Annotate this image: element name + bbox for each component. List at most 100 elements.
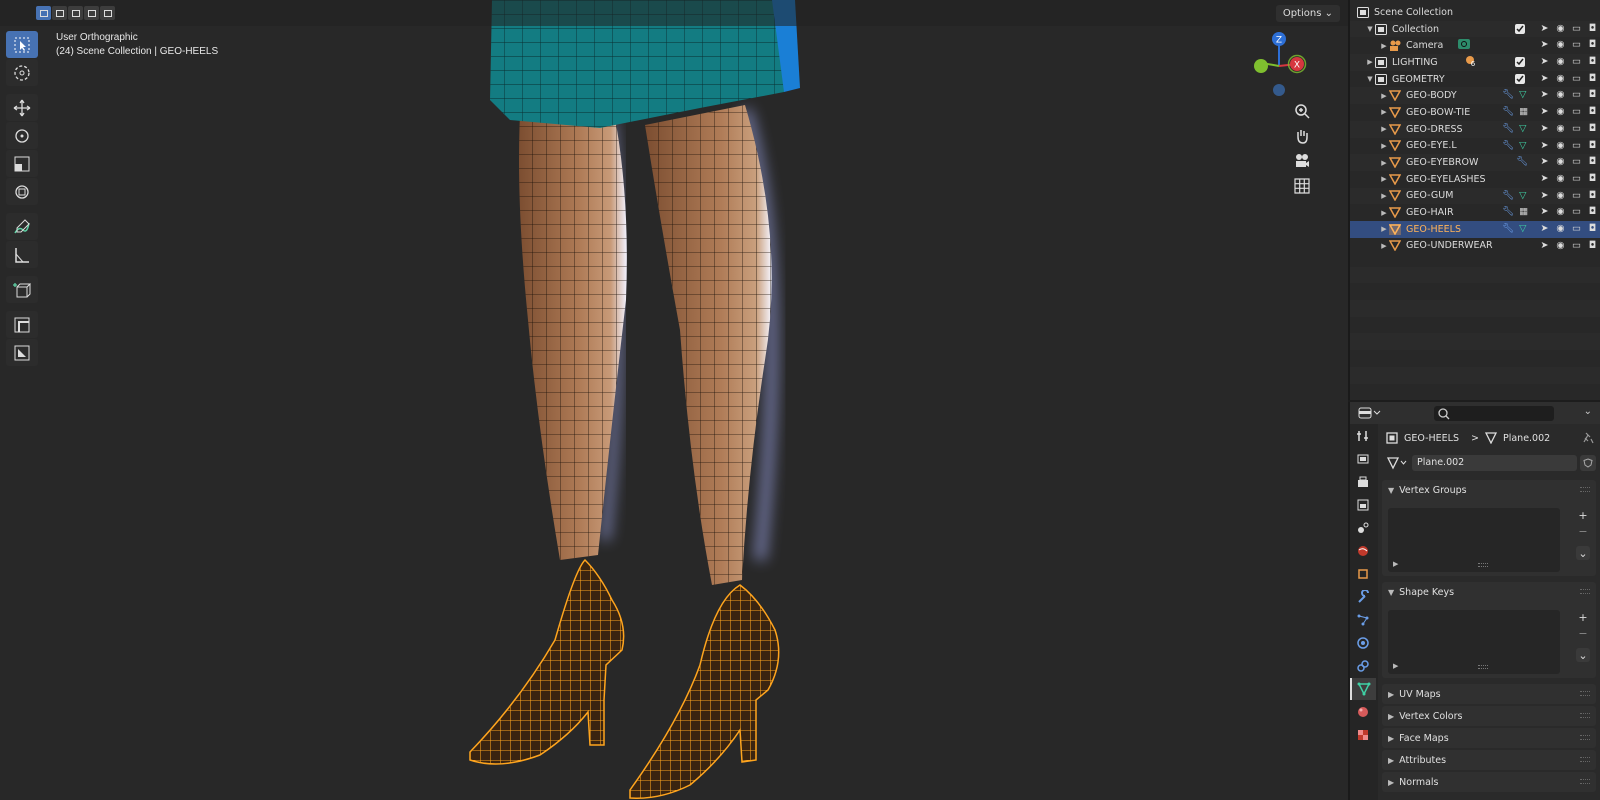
- shape-keys-header[interactable]: ▼ Shape Keys: [1382, 582, 1596, 602]
- material-tab-icon[interactable]: [1350, 701, 1376, 723]
- select-intersect-icon[interactable]: [100, 6, 115, 20]
- render-camera-icon[interactable]: ◘: [1587, 173, 1598, 184]
- eye-icon[interactable]: ◉: [1555, 156, 1566, 167]
- world-tab-icon[interactable]: [1350, 540, 1376, 562]
- select-arrow-icon[interactable]: ➤: [1539, 73, 1550, 84]
- render-camera-icon[interactable]: ◘: [1587, 39, 1598, 50]
- normals-panel[interactable]: ▶ Normals: [1382, 772, 1596, 792]
- constraints-tab-icon[interactable]: [1350, 655, 1376, 677]
- outliner-row-geo-eye-l[interactable]: ▶ GEO-EYE.L 🔧︎ ▽ ➤ ◉ ▭ ◘: [1350, 138, 1600, 155]
- eye-icon[interactable]: ◉: [1555, 106, 1566, 117]
- shape-key-menu-button[interactable]: ⌄: [1576, 648, 1590, 662]
- render-camera-icon[interactable]: ◘: [1587, 123, 1598, 134]
- exclude-checkbox[interactable]: [1515, 73, 1525, 84]
- group-icon[interactable]: ▦: [1519, 206, 1528, 217]
- mesh-name-field[interactable]: Plane.002: [1412, 455, 1577, 471]
- wrench-icon[interactable]: 🔧︎: [1502, 89, 1514, 100]
- vertex-groups-list[interactable]: ▶: [1388, 508, 1560, 572]
- expand-right-icon[interactable]: ▶: [1380, 42, 1388, 50]
- eye-icon[interactable]: ◉: [1555, 223, 1566, 234]
- rotate-icon[interactable]: [6, 122, 38, 149]
- select-box-icon[interactable]: [6, 31, 38, 58]
- eye-icon[interactable]: ◉: [1555, 140, 1566, 151]
- physics-tab-icon[interactable]: [1350, 632, 1376, 654]
- mesh-data-icon[interactable]: ▽: [1519, 89, 1526, 100]
- monitor-icon[interactable]: ▭: [1571, 173, 1582, 184]
- group-icon[interactable]: ▦: [1519, 106, 1528, 117]
- mesh-data-icon[interactable]: ▽: [1519, 123, 1526, 134]
- drag-handle-icon[interactable]: [1580, 691, 1590, 696]
- grid-view-icon[interactable]: [1290, 175, 1314, 197]
- select-arrow-icon[interactable]: ➤: [1539, 206, 1550, 217]
- transform-icon[interactable]: [6, 178, 38, 205]
- monitor-icon[interactable]: ▭: [1571, 240, 1582, 251]
- outliner-row-geo-hair[interactable]: ▶ GEO-HAIR 🔧︎ ▦ ➤ ◉ ▭ ◘: [1350, 204, 1600, 221]
- breadcrumb-object[interactable]: GEO-HEELS: [1404, 433, 1459, 444]
- expand-right-icon[interactable]: ▶: [1366, 58, 1374, 66]
- cursor-icon[interactable]: [6, 59, 38, 86]
- properties-search-input[interactable]: [1434, 406, 1554, 421]
- monitor-icon[interactable]: ▭: [1571, 156, 1582, 167]
- drag-handle-icon[interactable]: [1580, 757, 1590, 762]
- uv-maps-panel[interactable]: ▶ UV Maps: [1382, 684, 1596, 704]
- add-cube-icon[interactable]: [6, 276, 38, 303]
- add-vertex-group-button[interactable]: +: [1576, 508, 1590, 522]
- monitor-icon[interactable]: ▭: [1571, 39, 1582, 50]
- monitor-icon[interactable]: ▭: [1571, 123, 1582, 134]
- monitor-icon[interactable]: ▭: [1571, 206, 1582, 217]
- eye-icon[interactable]: ◉: [1555, 39, 1566, 50]
- select-arrow-icon[interactable]: ➤: [1539, 106, 1550, 117]
- shape-keys-list[interactable]: ▶: [1388, 610, 1560, 674]
- mesh-data-icon[interactable]: ▽: [1519, 190, 1526, 201]
- render-tab-icon[interactable]: [1350, 448, 1376, 470]
- wrench-icon[interactable]: 🔧︎: [1502, 190, 1514, 201]
- select-arrow-icon[interactable]: ➤: [1539, 190, 1550, 201]
- object-tab-icon[interactable]: [1350, 563, 1376, 585]
- select-arrow-icon[interactable]: ➤: [1539, 223, 1550, 234]
- expand-right-icon[interactable]: ▶: [1380, 242, 1388, 250]
- mesh-data-icon[interactable]: ▽: [1519, 223, 1526, 234]
- editor-type-dropdown[interactable]: [1358, 406, 1382, 420]
- drag-handle-icon[interactable]: [1580, 779, 1590, 784]
- select-extend-icon[interactable]: [52, 6, 67, 20]
- expand-right-icon[interactable]: ▶: [1380, 125, 1388, 133]
- render-camera-icon[interactable]: ◘: [1587, 106, 1598, 117]
- outliner-row-geo-eyelashes[interactable]: ▶ GEO-EYELASHES ➤ ◉ ▭ ◘: [1350, 171, 1600, 188]
- expand-right-icon[interactable]: ▶: [1380, 192, 1388, 200]
- outliner-row-camera[interactable]: ▶ Camera ➤ ◉ ▭ ◘: [1350, 37, 1600, 54]
- expand-right-icon[interactable]: ▶: [1380, 175, 1388, 183]
- select-new-icon[interactable]: [36, 6, 51, 20]
- render-camera-icon[interactable]: ◘: [1587, 73, 1598, 84]
- pin-icon[interactable]: [1582, 432, 1594, 447]
- outliner-row-scene-collection[interactable]: Scene Collection: [1350, 4, 1600, 21]
- select-arrow-icon[interactable]: ➤: [1539, 156, 1550, 167]
- select-subtract-icon[interactable]: [68, 6, 83, 20]
- resize-grip-icon[interactable]: [1478, 563, 1488, 567]
- monitor-icon[interactable]: ▭: [1571, 140, 1582, 151]
- render-camera-icon[interactable]: ◘: [1587, 223, 1598, 234]
- select-arrow-icon[interactable]: ➤: [1539, 89, 1550, 100]
- expand-down-icon[interactable]: ▼: [1366, 75, 1374, 83]
- render-camera-icon[interactable]: ◘: [1587, 89, 1598, 100]
- select-arrow-icon[interactable]: ➤: [1539, 173, 1550, 184]
- exclude-checkbox[interactable]: [1515, 57, 1525, 68]
- mesh-data-icon[interactable]: ▽: [1519, 140, 1526, 151]
- outliner-row-geo-gum[interactable]: ▶ GEO-GUM 🔧︎ ▽ ➤ ◉ ▭ ◘: [1350, 187, 1600, 205]
- zoom-icon[interactable]: [1290, 100, 1314, 122]
- select-arrow-icon[interactable]: ➤: [1539, 56, 1550, 67]
- render-camera-icon[interactable]: ◘: [1587, 156, 1598, 167]
- outliner-row-geo-body[interactable]: ▶ GEO-BODY 🔧︎ ▽ ➤ ◉ ▭ ◘: [1350, 87, 1600, 105]
- expand-right-icon[interactable]: ▶: [1380, 92, 1388, 100]
- monitor-icon[interactable]: ▭: [1571, 73, 1582, 84]
- expand-right-icon[interactable]: ▶: [1380, 225, 1388, 233]
- drag-handle-icon[interactable]: [1580, 713, 1590, 718]
- select-arrow-icon[interactable]: ➤: [1539, 240, 1550, 251]
- drag-handle-icon[interactable]: [1580, 487, 1590, 492]
- eye-icon[interactable]: ◉: [1555, 89, 1566, 100]
- remove-shape-key-button[interactable]: −: [1576, 626, 1590, 640]
- wrench-icon[interactable]: 🔧︎: [1502, 223, 1514, 234]
- attributes-panel[interactable]: ▶ Attributes: [1382, 750, 1596, 770]
- texture-tab-icon[interactable]: [1350, 724, 1376, 746]
- select-arrow-icon[interactable]: ➤: [1539, 23, 1550, 34]
- vertex-group-menu-button[interactable]: ⌄: [1576, 546, 1590, 560]
